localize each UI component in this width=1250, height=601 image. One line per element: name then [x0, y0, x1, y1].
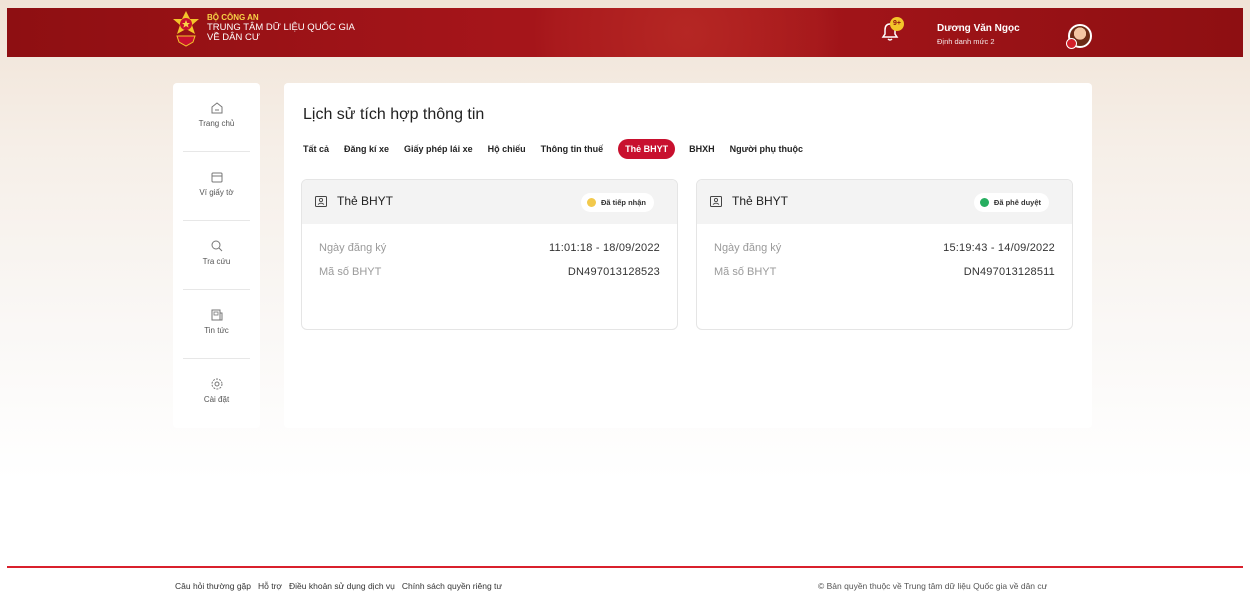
row-label: Mã số BHYT: [319, 266, 382, 278]
user-role: Định danh mức 2: [937, 37, 995, 46]
sidebar: Trang chủ Ví giấy tờ Tra cứu Tin tức Cài…: [173, 83, 260, 428]
row-value: 15:19:43 - 14/09/2022: [943, 242, 1055, 254]
tab-passport[interactable]: Hộ chiếu: [488, 139, 526, 159]
card-header: Thẻ BHYT Đã phê duyệt: [697, 180, 1072, 224]
status-badge: Đã phê duyệt: [973, 193, 1049, 212]
id-card-icon: [315, 196, 327, 207]
approved-check-icon: [979, 198, 989, 207]
row-value: DN497013128511: [963, 266, 1055, 278]
card-header: Thẻ BHYT Đã tiếp nhận: [302, 180, 677, 224]
tab-dependents[interactable]: Người phụ thuộc: [730, 139, 803, 159]
sidebar-item-label: Trang chủ: [198, 119, 235, 128]
settings-icon: [211, 378, 222, 390]
tab-social-insurance[interactable]: BHXH: [689, 139, 715, 159]
sidebar-item-search[interactable]: Tra cứu: [183, 221, 250, 289]
flag-icon: [1066, 38, 1077, 49]
sidebar-item-news[interactable]: Tin tức: [183, 290, 250, 358]
status-text: Đã tiếp nhận: [600, 198, 646, 207]
wallet-icon: [211, 172, 222, 183]
organization-name: BỘ CÔNG AN TRUNG TÂM DỮ LIỆU QUỐC GIA VỀ…: [207, 13, 355, 43]
footer-link-privacy[interactable]: Chính sách quyền riêng tư: [402, 581, 502, 591]
avatar[interactable]: [1066, 24, 1092, 49]
status-text: Đã phê duyệt: [993, 198, 1041, 207]
user-info[interactable]: Dương Văn Ngọc Định danh mức 2: [937, 23, 1020, 46]
card-title: Thẻ BHYT: [732, 194, 789, 208]
row-label: Ngày đăng ký: [319, 242, 387, 254]
tab-driving-license[interactable]: Giấy phép lái xe: [404, 139, 473, 159]
category-tabs: Tất cả Đăng kí xe Giấy phép lái xe Hộ ch…: [303, 139, 818, 159]
footer: Câu hỏi thường gặp Hỗ trợ Điều khoản sử …: [7, 568, 1243, 601]
id-card-icon: [710, 196, 722, 207]
copyright-text: © Bản quyền thuộc về Trung tâm dữ liệu Q…: [818, 581, 1048, 591]
sidebar-item-wallet[interactable]: Ví giấy tờ: [183, 152, 250, 220]
tab-tax-info[interactable]: Thông tin thuế: [541, 139, 603, 159]
footer-link-terms[interactable]: Điều khoản sử dụng dịch vụ: [289, 581, 395, 591]
sidebar-item-label: Cài đặt: [203, 395, 230, 404]
search-icon: [211, 240, 222, 252]
pending-status-icon: [586, 198, 596, 207]
tab-all[interactable]: Tất cả: [303, 139, 329, 159]
sidebar-item-home[interactable]: Trang chủ: [183, 83, 250, 151]
sidebar-item-label: Tra cứu: [202, 257, 231, 266]
home-icon: [211, 102, 222, 114]
notification-count-badge: 9+: [890, 17, 904, 31]
news-icon: [211, 309, 222, 321]
sidebar-item-label: Ví giấy tờ: [199, 188, 234, 197]
footer-links: Câu hỏi thường gặp Hỗ trợ Điều khoản sử …: [175, 581, 509, 591]
row-label: Mã số BHYT: [714, 266, 777, 278]
status-badge: Đã tiếp nhận: [580, 193, 654, 212]
top-header: BỘ CÔNG AN TRUNG TÂM DỮ LIỆU QUỐC GIA VỀ…: [7, 8, 1243, 57]
org-line-3: VỀ DÂN CƯ: [207, 32, 260, 43]
sidebar-item-label: Tin tức: [204, 326, 229, 335]
row-label: Ngày đăng ký: [714, 242, 782, 254]
insurance-card[interactable]: Thẻ BHYT Đã phê duyệt Ngày đăng ký 15:19…: [696, 179, 1073, 330]
main-panel: Lịch sử tích hợp thông tin Tất cả Đăng k…: [284, 83, 1092, 428]
user-name: Dương Văn Ngọc: [937, 23, 1020, 34]
insurance-card[interactable]: Thẻ BHYT Đã tiếp nhận Ngày đăng ký 11:01…: [301, 179, 678, 330]
footer-link-support[interactable]: Hỗ trợ: [258, 581, 282, 591]
card-title: Thẻ BHYT: [337, 194, 394, 208]
sidebar-item-settings[interactable]: Cài đặt: [183, 359, 250, 427]
header-drum-pattern: [477, 8, 897, 57]
police-emblem-logo[interactable]: [171, 10, 201, 48]
footer-link-faq[interactable]: Câu hỏi thường gặp: [175, 581, 251, 591]
tab-vehicle-registration[interactable]: Đăng kí xe: [344, 139, 389, 159]
row-value: DN497013128523: [567, 266, 660, 278]
page-title: Lịch sử tích hợp thông tin: [303, 106, 485, 123]
row-value: 11:01:18 - 18/09/2022: [548, 242, 660, 254]
tab-health-insurance[interactable]: Thẻ BHYT: [618, 139, 676, 159]
